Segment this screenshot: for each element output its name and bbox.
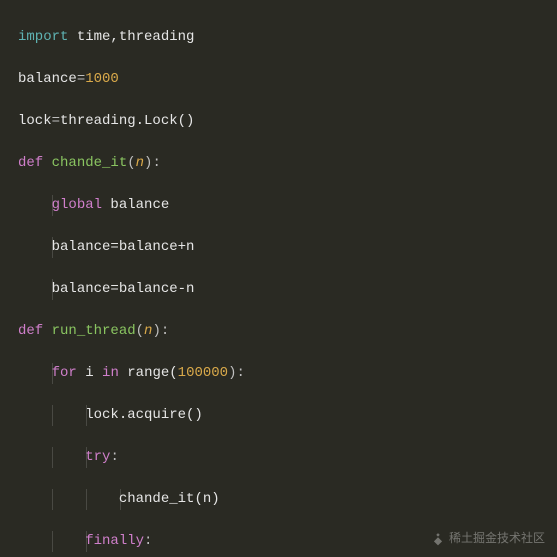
watermark: 稀土掘金技术社区 [431,528,545,549]
juejin-logo-icon [431,532,445,546]
code-line: chande_it(n) [0,489,557,510]
code-line: balance=balance-n [0,279,557,300]
code-line: def run_thread(n): [0,321,557,342]
code-line: lock=threading.Lock() [0,111,557,132]
code-line: try: [0,447,557,468]
code-line: balance=1000 [0,69,557,90]
code-line: balance=balance+n [0,237,557,258]
code-line: def chande_it(n): [0,153,557,174]
code-line: global balance [0,195,557,216]
keyword-import: import [18,29,68,45]
code-line: lock.acquire() [0,405,557,426]
code-line: import time,threading [0,27,557,48]
watermark-text: 稀土掘金技术社区 [449,528,545,549]
code-line: for i in range(100000): [0,363,557,384]
code-editor: import time,threading balance=1000 lock=… [0,0,557,557]
